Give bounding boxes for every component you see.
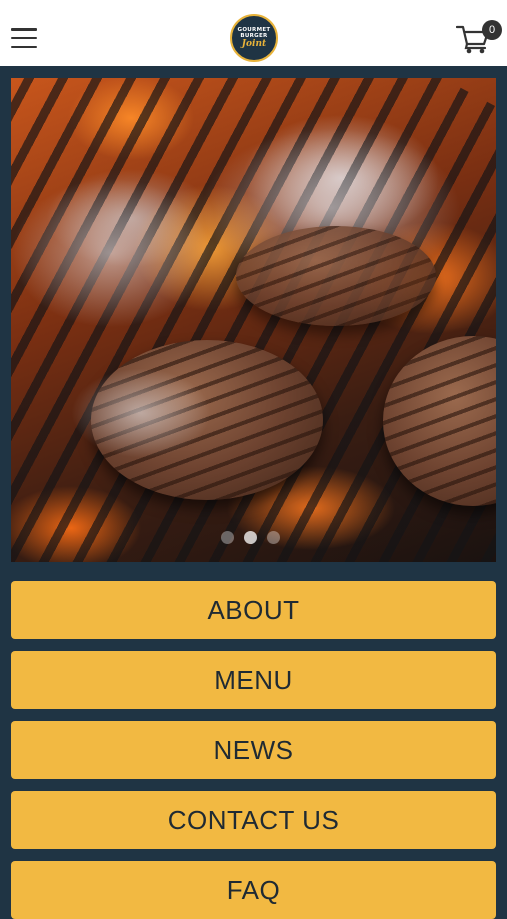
contact-us-button[interactable]: CONTACT US xyxy=(11,791,496,849)
news-button[interactable]: NEWS xyxy=(11,721,496,779)
hero-carousel[interactable] xyxy=(11,78,496,562)
about-button[interactable]: ABOUT xyxy=(11,581,496,639)
cart-button[interactable]: 0 xyxy=(456,20,502,56)
logo-text-line-3: Joint xyxy=(241,39,267,49)
smoke xyxy=(71,368,211,458)
menu-button[interactable]: MENU xyxy=(11,651,496,709)
brand-logo[interactable]: GOURMET BURGER Joint xyxy=(230,14,278,62)
carousel-dot-active[interactable] xyxy=(244,531,257,544)
app-header: GOURMET BURGER Joint 0 xyxy=(0,0,507,66)
cart-count-badge: 0 xyxy=(482,20,502,40)
carousel-dot[interactable] xyxy=(221,531,234,544)
hamburger-menu-icon[interactable] xyxy=(11,28,37,48)
carousel-dot[interactable] xyxy=(267,531,280,544)
faq-button[interactable]: FAQ xyxy=(11,861,496,919)
burger-patty xyxy=(236,226,436,326)
carousel-indicators xyxy=(221,531,280,544)
smoke xyxy=(11,178,211,328)
